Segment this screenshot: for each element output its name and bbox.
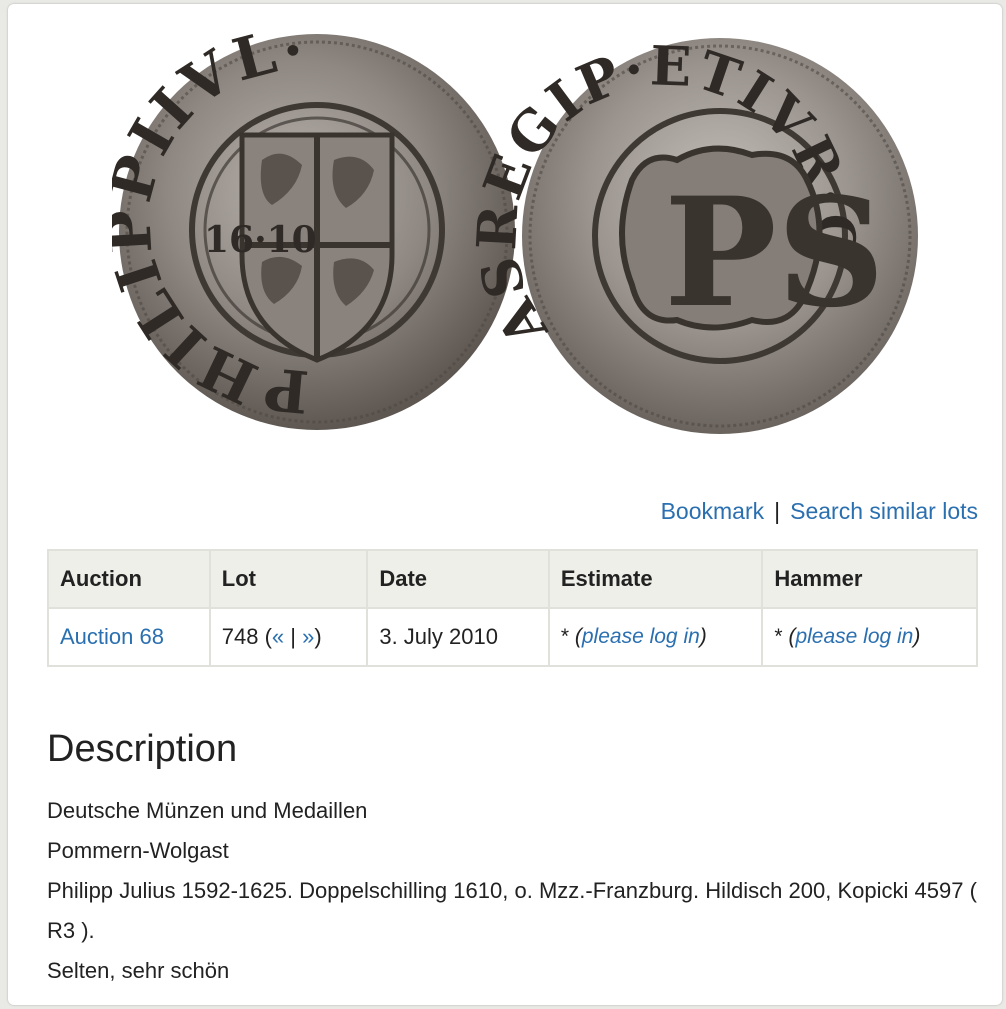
- next-lot-link[interactable]: »: [302, 624, 314, 649]
- estimate-star: *: [560, 625, 570, 648]
- column-header-auction: Auction: [47, 549, 211, 609]
- previous-lot-link[interactable]: «: [272, 624, 284, 649]
- column-header-estimate: Estimate: [547, 549, 764, 609]
- hammer-star: *: [774, 625, 783, 648]
- coin-obverse: PHILIPPIIVL·D·G·D 16·10: [112, 30, 515, 430]
- date-cell: 3. July 2010: [366, 607, 550, 667]
- column-header-hammer: Hammer: [761, 549, 978, 609]
- lot-actions: Bookmark | Search similar lots: [661, 496, 978, 526]
- actions-separator: |: [774, 498, 781, 524]
- description-grade: Selten, sehr schön: [47, 958, 230, 983]
- hammer-cell: * (please log in): [761, 607, 978, 667]
- lot-detail-panel: PHILIPPIIVL·D·G·D 16·10 ASREGIP·ETIVR·CV…: [8, 4, 1002, 1005]
- estimate-open-paren: (: [574, 625, 582, 648]
- search-similar-lots-link[interactable]: Search similar lots: [790, 498, 978, 524]
- description-heading: Description: [47, 728, 238, 770]
- table-row: Auction 68 748 (« | ») 3. July 2010 * (p…: [47, 607, 978, 667]
- reverse-monogram: PS: [664, 165, 885, 341]
- estimate-close-paren: ): [699, 625, 707, 648]
- lot-info-table: Auction Lot Date Estimate Hammer Auction…: [47, 549, 978, 667]
- table-header-row: Auction Lot Date Estimate Hammer: [47, 549, 978, 609]
- hammer-login-link[interactable]: please log in: [795, 625, 913, 648]
- coin-image: PHILIPPIIVL·D·G·D 16·10 ASREGIP·ETIVR·CV…: [112, 30, 918, 434]
- auction-link[interactable]: Auction 68: [60, 624, 164, 649]
- lot-number: 748 (: [221, 624, 272, 649]
- column-header-lot: Lot: [208, 549, 369, 609]
- description-category: Deutsche Münzen und Medaillen: [47, 798, 368, 823]
- lot-cell: 748 (« | »): [208, 607, 369, 667]
- lot-close-paren: ): [314, 624, 322, 649]
- description-region: Pommern-Wolgast: [47, 838, 229, 863]
- description-text: Philipp Julius 1592-1625. Doppelschillin…: [47, 878, 977, 943]
- lot-nav-separator: |: [284, 624, 303, 649]
- estimate-cell: * (please log in): [547, 607, 764, 667]
- bookmark-link[interactable]: Bookmark: [661, 498, 765, 524]
- hammer-close-paren: ): [913, 625, 921, 648]
- column-header-date: Date: [366, 549, 550, 609]
- description-body: Deutsche Münzen und Medaillen Pommern-Wo…: [47, 791, 977, 991]
- obverse-date: 16·10: [204, 219, 317, 261]
- estimate-login-link[interactable]: please log in: [582, 625, 700, 648]
- auction-cell: Auction 68: [47, 607, 211, 667]
